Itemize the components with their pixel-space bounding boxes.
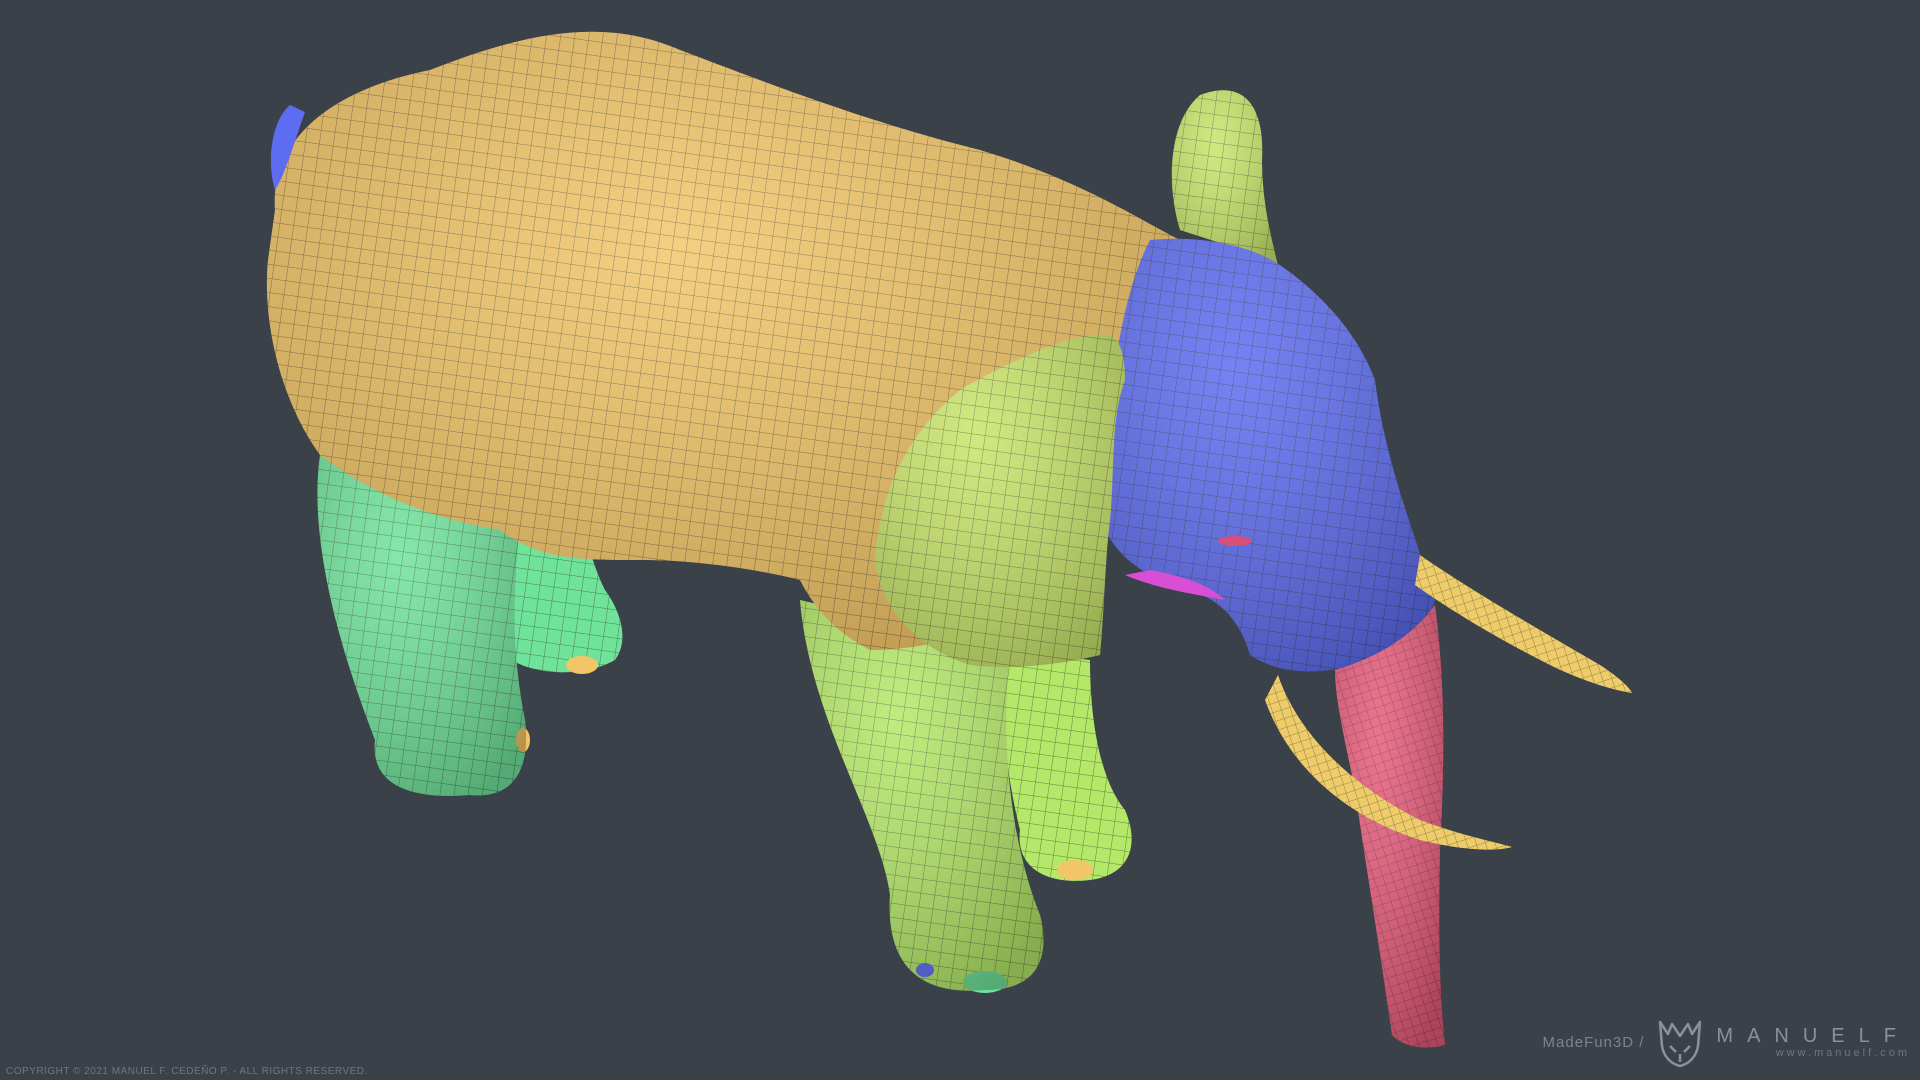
brand-name: MANUELF [1716, 1025, 1910, 1047]
brand-logo-icon [1659, 1020, 1702, 1068]
elephant-render [266, 31, 1632, 1048]
studio-name: MadeFun3D / [1542, 1033, 1645, 1051]
branding: MadeFun3D / MANUELF www.manuelf.com [1543, 1016, 1910, 1068]
brand-url: www.manuelf.com [1775, 1047, 1910, 1059]
head [1102, 238, 1435, 672]
copyright-notice: COPYRIGHT © 2021 MANUEL F. CEDEÑO P. - A… [6, 1066, 368, 1077]
render-viewport [0, 0, 1920, 1080]
eye [1218, 536, 1252, 546]
